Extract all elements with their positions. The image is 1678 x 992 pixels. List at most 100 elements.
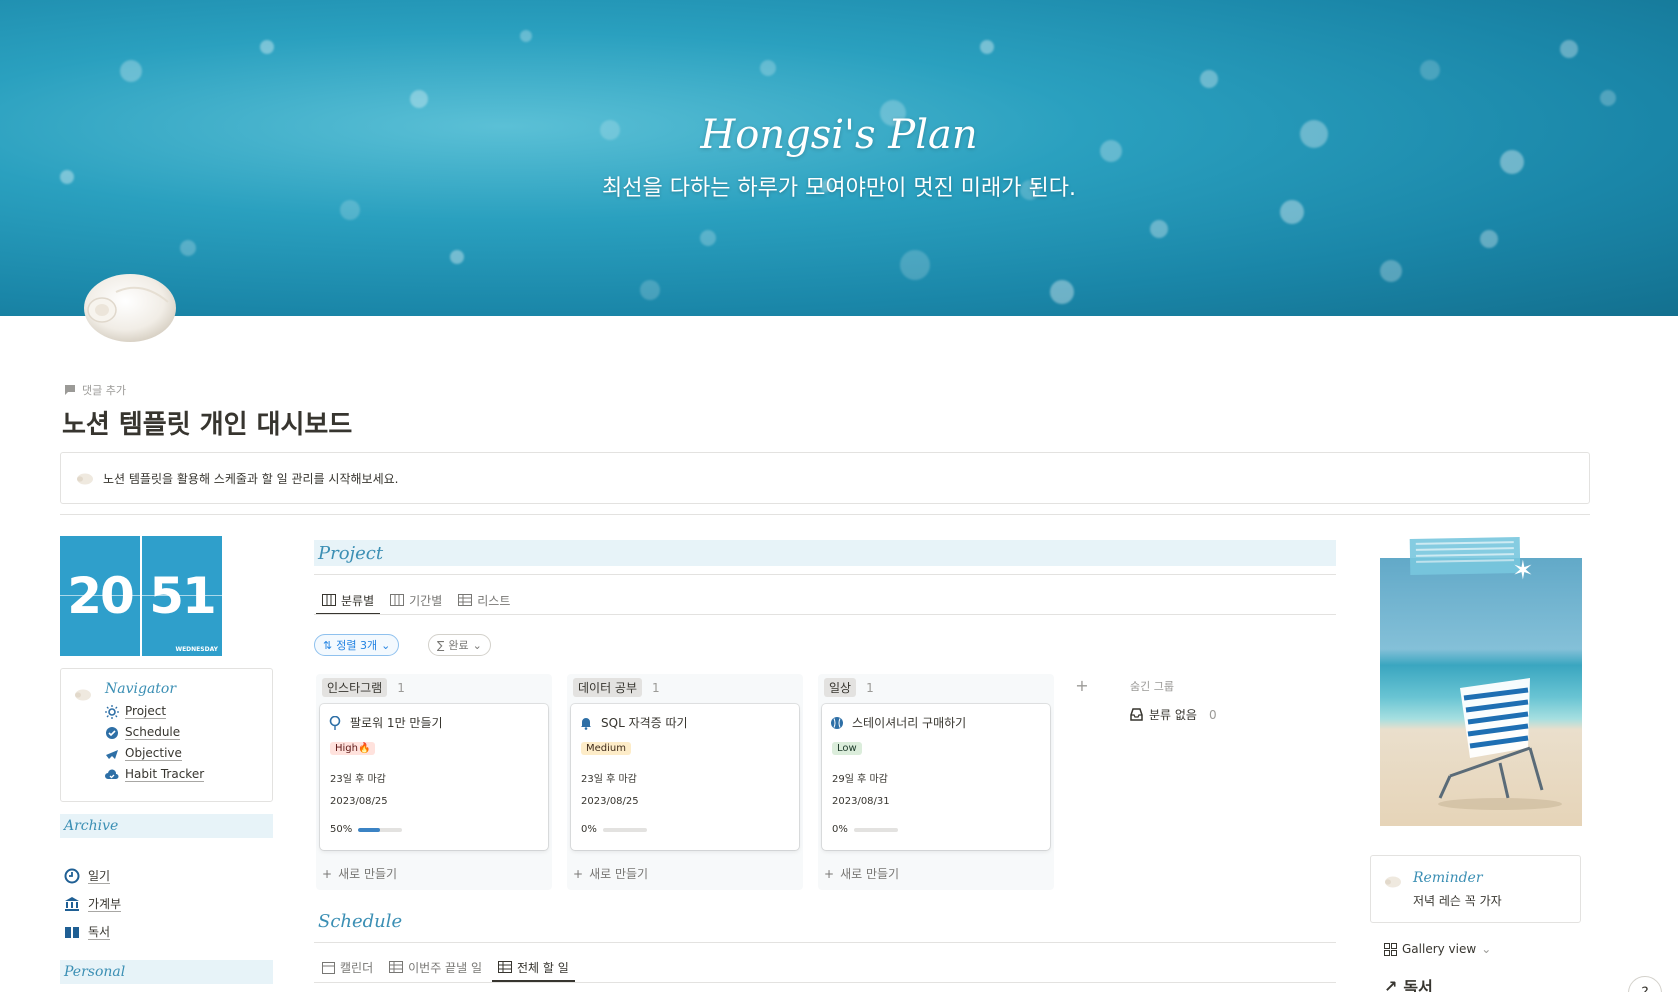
divider: [314, 942, 1336, 943]
bokeh-spot: [760, 60, 776, 76]
new-item-button[interactable]: + 새로 만들기: [824, 865, 899, 882]
tab-by-period[interactable]: 기간별: [382, 586, 450, 614]
tab-label: 전체 할 일: [517, 960, 569, 975]
schedule-view-tabs: 캘린더 이번주 끝낼 일 전체 할 일: [314, 953, 577, 982]
archive-link-reading[interactable]: 독서: [64, 924, 111, 940]
nav-link-habit-tracker[interactable]: Habit Tracker: [105, 764, 205, 785]
column-header: 일상 1: [824, 678, 874, 697]
filter-button[interactable]: ∑ 완료 ⌄: [428, 634, 491, 656]
new-item-label: 새로 만들기: [840, 867, 900, 881]
column-header: 데이터 공부 1: [573, 678, 660, 697]
archive-link-diary[interactable]: 일기: [64, 868, 111, 884]
card-title: 스테이셔너리 구매하기: [852, 716, 967, 730]
seashell-icon: [75, 689, 91, 701]
plus-icon: +: [824, 866, 835, 881]
callout-text: 노션 템플릿을 활용해 스케줄과 할 일 관리를 시작해보세요.: [103, 471, 399, 486]
beach-chair-photo: [1380, 558, 1582, 826]
gallery-view-button[interactable]: Gallery view ⌄: [1384, 942, 1491, 956]
nav-link-label: Objective: [125, 746, 182, 761]
balloon-icon: [329, 715, 341, 730]
board-column-daily: 일상 1 스테이셔너리 구매하기 Low 29일 후 마감 2023/08/31…: [818, 674, 1054, 890]
new-item-label: 새로 만들기: [589, 867, 649, 881]
date-text: 2023/08/25: [581, 796, 639, 807]
no-group-count: 0: [1208, 707, 1217, 722]
nav-link-schedule[interactable]: Schedule: [105, 722, 204, 743]
tab-label: 이번주 끝낼 일: [408, 960, 482, 975]
clock-minute: 51 WEDNESDAY: [142, 536, 222, 656]
bokeh-spot: [1150, 220, 1168, 238]
plus-icon: +: [322, 866, 333, 881]
bokeh-spot: [410, 90, 428, 108]
project-view-tabs: 분류별 기간별 리스트: [314, 586, 518, 615]
tab-calendar[interactable]: 캘린더: [314, 953, 381, 981]
no-group-item[interactable]: 분류 없음 0: [1130, 706, 1217, 723]
comment-icon: [65, 385, 75, 395]
reminder-callout: Reminder 저녁 레슨 꼭 가자: [1370, 855, 1581, 923]
clock-widget: 20 51 WEDNESDAY: [60, 536, 223, 656]
progress: 50%: [330, 824, 403, 835]
archive-link-label: 가계부: [88, 896, 122, 912]
archive-link-budget[interactable]: 가계부: [64, 896, 122, 912]
archive-link-label: 일기: [88, 868, 111, 884]
tab-this-week[interactable]: 이번주 끝낼 일: [381, 953, 490, 981]
plus-icon: +: [1075, 675, 1089, 695]
divider: [314, 982, 1336, 983]
sort-label: 정렬 3개: [336, 639, 378, 652]
inbox-icon: [1130, 708, 1143, 721]
tab-by-category[interactable]: 분류별: [314, 586, 382, 615]
reading-title: 독서: [1403, 978, 1433, 992]
sparkle-icon: ✶: [1512, 556, 1534, 586]
bokeh-spot: [1420, 60, 1440, 80]
group-tag[interactable]: 데이터 공부: [573, 678, 643, 697]
reading-link[interactable]: ↗ 독서: [1384, 974, 1433, 992]
bokeh-spot: [640, 280, 660, 300]
bokeh-spot: [260, 40, 274, 54]
card-title: SQL 자격증 따기: [601, 716, 688, 730]
table-icon: [498, 961, 512, 973]
help-button[interactable]: ?: [1628, 976, 1662, 992]
cover-subtitle: 최선을 다하는 하루가 모여야만이 멋진 미래가 된다.: [602, 176, 1076, 201]
new-item-label: 새로 만들기: [338, 867, 398, 881]
bokeh-spot: [340, 200, 360, 220]
clock-hour-value: 20: [67, 567, 135, 625]
add-comment-button[interactable]: 댓글 추가: [64, 382, 126, 398]
tab-label: 리스트: [477, 593, 511, 608]
page-title[interactable]: 노션 템플릿 개인 대시보드: [62, 404, 352, 441]
clock-minute-value: 51: [149, 567, 217, 625]
card-title: 팔로워 1만 만들기: [350, 716, 443, 730]
card-title-row: SQL 자격증 따기: [579, 714, 688, 731]
progress-label: 0%: [832, 824, 848, 835]
tab-label: 캘린더: [340, 960, 374, 975]
priority-badge: Medium: [581, 742, 631, 755]
nav-link-project[interactable]: Project: [105, 701, 204, 722]
bell-icon: [581, 717, 591, 730]
task-card[interactable]: 스테이셔너리 구매하기 Low 29일 후 마감 2023/08/31 0%: [822, 704, 1050, 850]
due-text: 29일 후 마감: [832, 774, 888, 785]
board-column-instagram: 인스타그램 1 팔로워 1만 만들기 High🔥 23일 후 마감 2023/0…: [316, 674, 552, 890]
progress-label: 0%: [581, 824, 597, 835]
new-item-button[interactable]: + 새로 만들기: [322, 865, 397, 882]
sort-button[interactable]: ⇅ 정렬 3개 ⌄: [314, 634, 400, 656]
task-card[interactable]: 팔로워 1만 만들기 High🔥 23일 후 마감 2023/08/25 50%: [320, 704, 548, 850]
tab-list[interactable]: 리스트: [450, 586, 518, 614]
priority-badge: Low: [832, 742, 862, 755]
tab-all-tasks[interactable]: 전체 할 일: [490, 953, 577, 982]
hidden-groups-label: 숨긴 그룹: [1130, 680, 1174, 693]
due-text: 23일 후 마감: [330, 774, 386, 785]
add-group-button[interactable]: +: [1071, 674, 1093, 696]
group-tag[interactable]: 인스타그램: [322, 678, 388, 697]
nav-link-objective[interactable]: Objective: [105, 743, 204, 764]
progress: 0%: [581, 824, 647, 835]
table-icon: [389, 961, 404, 973]
navigator-title: Navigator: [105, 681, 177, 697]
progress-bar: [602, 827, 647, 832]
seashell-icon[interactable]: [72, 262, 182, 346]
callout: 노션 템플릿을 활용해 스케줄과 할 일 관리를 시작해보세요.: [60, 452, 1590, 504]
group-tag[interactable]: 일상: [824, 678, 857, 697]
task-card[interactable]: SQL 자격증 따기 Medium 23일 후 마감 2023/08/25 0%: [571, 704, 799, 850]
chevron-down-icon: ⌄: [472, 638, 482, 652]
project-heading: Project: [314, 540, 1336, 566]
bokeh-spot: [1050, 280, 1074, 304]
divider: [60, 514, 1590, 515]
new-item-button[interactable]: + 새로 만들기: [573, 865, 648, 882]
